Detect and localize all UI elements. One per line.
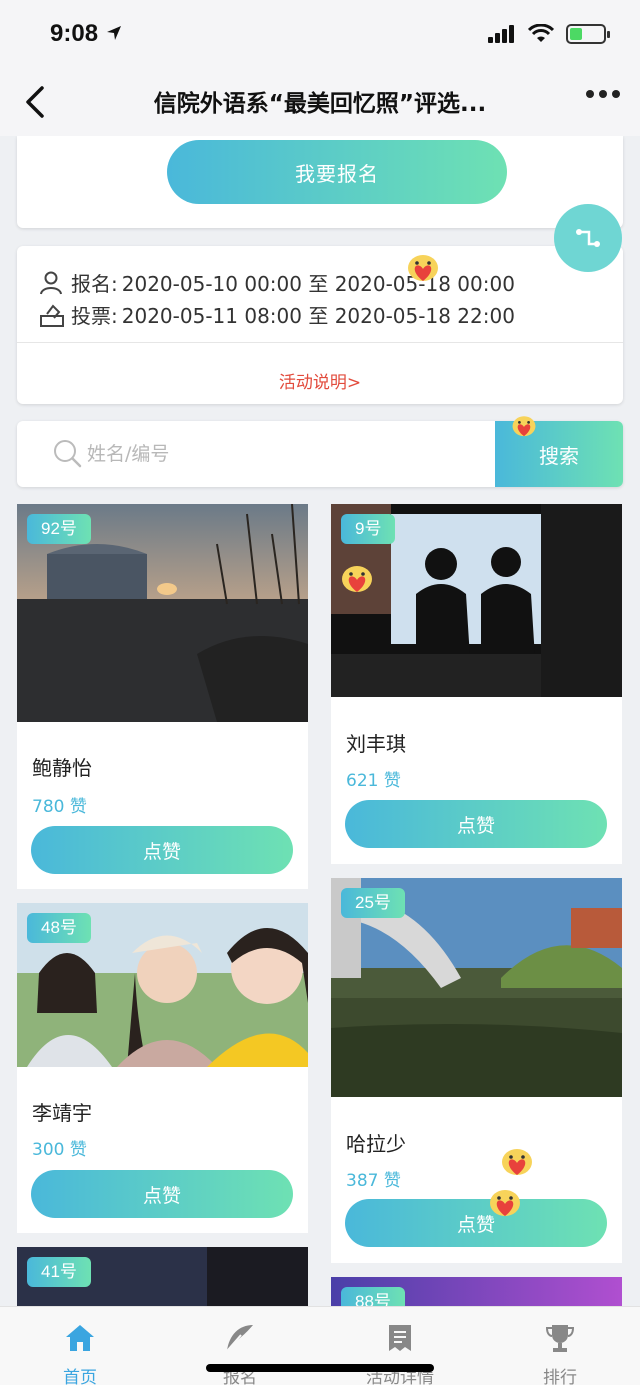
status-bar: 9:08	[0, 0, 640, 70]
entry-photo[interactable]: 25号	[331, 878, 622, 1097]
tab-ranking[interactable]: 排行	[480, 1307, 640, 1385]
like-button[interactable]: 点赞	[31, 826, 293, 874]
heart-face-emoji-icon	[342, 566, 372, 592]
entry-card[interactable]: 88号	[331, 1277, 622, 1306]
entry-number-badge: 9号	[341, 514, 396, 544]
signup-period-row: 报名: 2020-05-10 00:00 至 2020-05-18 00:00	[39, 268, 515, 297]
tab-signup[interactable]: 报名	[160, 1307, 320, 1385]
like-button[interactable]: 点赞	[31, 1170, 293, 1218]
bottom-tab-bar: 首页 报名 活动详情 排行	[0, 1306, 640, 1385]
entry-likes: 780 赞	[32, 797, 87, 817]
tab-ranking-label: 排行	[543, 1368, 577, 1385]
wifi-icon	[528, 24, 554, 42]
more-options-button[interactable]	[586, 90, 620, 98]
entry-likes: 387 赞	[346, 1171, 401, 1191]
entry-number-badge: 92号	[27, 514, 91, 544]
trophy-icon	[545, 1325, 575, 1352]
entry-likes: 621 赞	[346, 771, 401, 791]
page-title: 信院外语系“最美回忆照”评选...	[153, 91, 487, 117]
heart-face-emoji-icon	[490, 1190, 520, 1216]
document-icon	[389, 1325, 411, 1351]
entry-number-badge: 48号	[27, 913, 91, 943]
home-indicator	[206, 1364, 434, 1372]
status-time: 9:08	[50, 20, 123, 48]
entry-photo[interactable]: 41号	[17, 1247, 308, 1306]
tab-activity-details[interactable]: 活动详情	[320, 1307, 480, 1385]
activity-description-link[interactable]: 活动说明>	[17, 368, 623, 393]
share-button[interactable]	[554, 204, 622, 272]
vote-period-label: 投票:	[71, 304, 118, 328]
entry-photo[interactable]: 92号	[17, 504, 308, 722]
signup-card: 我要报名	[17, 136, 623, 228]
search-input[interactable]	[87, 435, 467, 473]
entry-likes: 300 赞	[32, 1140, 87, 1160]
more-dot-icon	[599, 90, 607, 98]
heart-face-emoji-icon	[502, 1149, 532, 1175]
entry-photo[interactable]: 48号	[17, 903, 308, 1067]
entry-name: 李靖宇	[32, 1101, 92, 1125]
signup-period-value: 2020-05-10 00:00 至 2020-05-18 00:00	[121, 272, 515, 296]
ballot-box-icon	[40, 303, 64, 327]
nav-bar: 信院外语系“最美回忆照”评选...	[0, 70, 640, 136]
signup-period-label: 报名:	[71, 272, 118, 296]
entry-name: 鲍静怡	[32, 756, 92, 780]
search-icon	[54, 440, 82, 468]
entry-photo[interactable]: 88号	[331, 1277, 622, 1306]
status-time-text: 9:08	[50, 20, 99, 47]
activity-info-card: 报名: 2020-05-10 00:00 至 2020-05-18 00:00 …	[17, 246, 623, 404]
vote-period-row: 投票: 2020-05-11 08:00 至 2020-05-18 22:00	[39, 300, 515, 329]
status-icons	[488, 24, 610, 44]
tab-home-label: 首页	[63, 1368, 97, 1385]
entry-photo[interactable]: 9号	[331, 504, 622, 697]
feather-icon	[226, 1325, 253, 1352]
signup-button[interactable]: 我要报名	[167, 140, 507, 204]
more-dot-icon	[612, 90, 620, 98]
heart-face-emoji-icon	[512, 416, 536, 437]
person-icon	[40, 271, 62, 294]
entry-number-badge: 25号	[341, 888, 405, 918]
entry-card[interactable]: 92号 鲍静怡 780 赞 点赞	[17, 504, 308, 889]
tab-home[interactable]: 首页	[0, 1307, 160, 1385]
cellular-signal-icon	[488, 25, 514, 43]
entry-number-badge: 88号	[341, 1287, 405, 1306]
entry-card[interactable]: 41号	[17, 1247, 308, 1306]
entry-name: 刘丰琪	[346, 732, 406, 756]
entry-name: 哈拉少	[346, 1132, 406, 1156]
vote-period-value: 2020-05-11 08:00 至 2020-05-18 22:00	[121, 304, 515, 328]
entry-card[interactable]: 25号 哈拉少 387 赞 点赞	[331, 878, 622, 1263]
like-button[interactable]: 点赞	[345, 1199, 607, 1247]
home-icon	[66, 1325, 94, 1351]
entry-number-badge: 41号	[27, 1257, 91, 1287]
entry-card[interactable]: 9号 刘丰琪 621 赞 点赞	[331, 504, 622, 864]
more-dot-icon	[586, 90, 594, 98]
entry-card[interactable]: 48号 李靖宇 300 赞 点赞	[17, 903, 308, 1233]
heart-face-emoji-icon	[408, 255, 438, 281]
back-button[interactable]	[20, 84, 50, 120]
share-icon	[576, 229, 600, 247]
location-arrow-icon	[106, 26, 121, 40]
like-button[interactable]: 点赞	[345, 800, 607, 848]
battery-icon	[566, 24, 610, 44]
info-divider	[17, 342, 623, 343]
main-content[interactable]: 我要报名 报名: 2020-05-10 00:00 至 2020-05-18 0…	[0, 136, 640, 1306]
